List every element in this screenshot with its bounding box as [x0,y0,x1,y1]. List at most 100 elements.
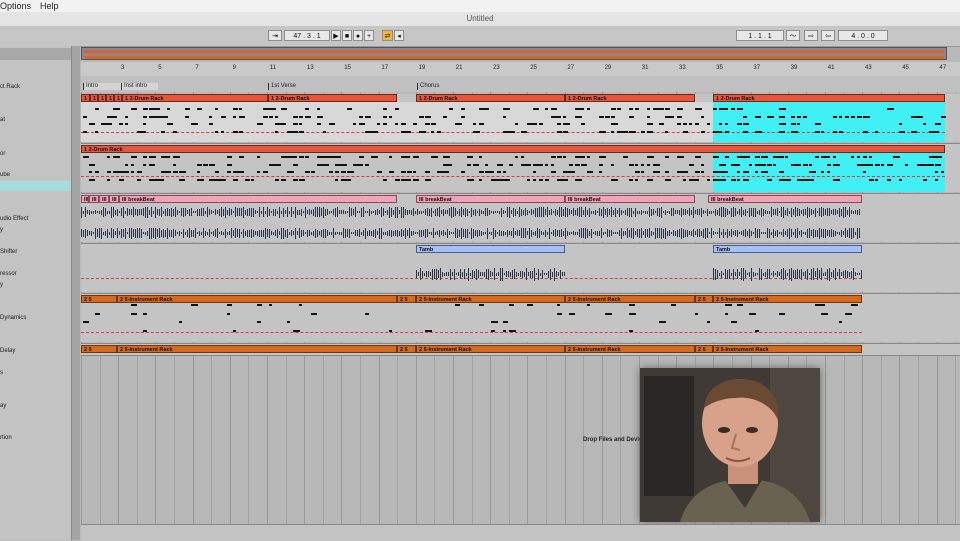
clip-drum-rack[interactable]: 1 2 [90,94,98,102]
clip-instrument-rack[interactable]: 2 5-Instrument Rack [416,295,565,303]
clip-drum-rack[interactable]: 1 2-Drum Rack [713,94,945,102]
menu-options[interactable]: Options [0,0,31,12]
midi-note [347,171,354,173]
waveform-bar [833,209,834,215]
clip-tamb[interactable]: Tamb [416,245,565,253]
add-button[interactable]: + [364,30,374,41]
arrangement-overview[interactable] [81,47,947,60]
waveform-bar [91,230,92,236]
loop-start-field[interactable]: 1 . 1 . 1 [736,30,784,41]
arrangement-view[interactable]: 1 2 1 2 1 2 1 2 1 2 1 2-Drum Rack 1 2-Dr… [81,92,960,540]
waveform-bar [335,231,336,235]
clip-instrument-rack[interactable]: 2 5-Instrument Rack [416,345,565,353]
browser-item[interactable]: Shifter [0,249,17,255]
clip-instrument-rack[interactable]: 2 5 [695,345,713,353]
browser-item[interactable]: at [0,117,5,123]
browser-item[interactable]: rtion [0,435,12,441]
clip-instrument-rack[interactable]: 2 5-Instrument Rack [565,345,695,353]
midi-note [809,171,816,173]
midi-note [785,156,788,158]
midi-note [863,156,867,158]
clip-instrument-rack[interactable]: 2 5 [397,295,416,303]
draw-mode-button[interactable]: 〜 [786,30,800,41]
browser-splitter[interactable] [72,46,80,540]
punch-in-button[interactable]: ⇨ [804,30,818,41]
locator-inst-intro[interactable]: Inst intro [121,83,147,90]
browser-item[interactable]: ct Rack [0,84,20,90]
browser-item[interactable]: ay [0,403,6,409]
browser-item[interactable]: ube [0,172,10,178]
waveform-bar [675,210,676,214]
clip-drum-rack[interactable]: 1 2 [98,94,106,102]
clip-instrument-rack[interactable]: 2 5-Instrument Rack [117,295,397,303]
play-button[interactable]: ▶ [331,30,341,41]
waveform-bar [161,207,162,217]
clip-instrument-rack[interactable]: 2 5 [397,345,416,353]
clip-drum-rack[interactable]: 1 2 [106,94,114,102]
clip-instrument-rack[interactable]: 2 5 [81,295,117,303]
browser-item[interactable]: y [0,227,3,233]
clip-drum-rack[interactable]: 1 2 [81,94,90,102]
clip-breakbeat[interactable]: III [89,195,99,203]
waveform-bar [95,210,96,214]
waveform-bar [315,228,316,238]
clip-instrument-rack[interactable]: 2 5-Instrument Rack [713,345,862,353]
browser-item[interactable]: Delay [0,348,15,354]
waveform-bar [589,230,590,236]
clip-instrument-rack[interactable]: 2 5-Instrument Rack [713,295,862,303]
browser-item[interactable]: s [0,370,3,376]
midi-note [557,123,561,125]
clip-instrument-rack[interactable]: 2 5-Instrument Rack [117,345,397,353]
follow-button[interactable]: ⇥ [268,30,282,41]
clip-breakbeat[interactable]: III breakBeat [565,195,695,203]
waveform-bar [161,229,162,237]
clip-drum-rack[interactable]: 1 2-Drum Rack [268,94,397,102]
menu-help[interactable]: Help [40,0,59,12]
browser-item[interactable]: Dynamics [0,315,26,321]
midi-note [113,108,120,110]
waveform-bar [751,230,752,236]
locator-1st-verse[interactable]: 1st Verse [268,83,296,90]
clip-drum-rack[interactable]: 1 2 [114,94,122,102]
locator-chorus[interactable]: Chorus [417,83,439,90]
stop-button[interactable]: ■ [342,30,352,41]
clip-breakbeat[interactable]: III [109,195,119,203]
clip-instrument-rack[interactable]: 2 5-Instrument Rack [565,295,695,303]
browser-item[interactable]: udio Effect [0,216,28,222]
clip-breakbeat[interactable]: III [99,195,109,203]
clip-breakbeat[interactable]: III breakBeat [416,195,565,203]
loop-toggle-button[interactable]: ⇄ [382,30,393,41]
browser-item[interactable]: or [0,151,5,157]
browser-item[interactable]: ressor [0,271,17,277]
clip-drum-rack[interactable]: 1 2-Drum Rack [565,94,695,102]
clip-tamb[interactable]: Tamb [713,245,862,253]
clip-drum-rack[interactable]: 1 2-Drum Rack [416,94,565,102]
browser-item-selected[interactable] [0,181,71,191]
song-position-field[interactable]: 47 . 3 . 1 [284,30,330,41]
beat-time-ruler[interactable]: 3 5 7 9 11 13 15 17 19 21 23 25 27 29 31 33 35 37 39 41 43 45… [81,62,960,77]
punch-button[interactable]: ◂ [394,30,404,41]
midi-note [359,163,363,166]
record-button[interactable]: ● [353,30,363,41]
waveform-bar [741,231,742,235]
clip-breakbeat[interactable]: III breakBeat [708,195,862,203]
midi-note [839,130,843,133]
midi-note [611,123,618,125]
clip-instrument-rack[interactable]: 2 5 [695,295,713,303]
midi-note [587,171,593,173]
clip-instrument-rack[interactable]: 2 5 [81,345,117,353]
loop-length-field[interactable]: 4 . 0 . 0 [838,30,888,41]
waveform-bar [269,208,270,216]
punch-out-button[interactable]: ⇦ [821,30,835,41]
waveform-bar [521,228,522,238]
clip-breakbeat[interactable]: III [81,195,89,203]
waveform-bar [508,271,509,277]
clip-drum-rack[interactable]: 1 2-Drum Rack [122,94,268,102]
waveform-bar [617,210,618,214]
browser-item[interactable]: y [0,282,3,288]
clip-breakbeat[interactable]: III breakBeat [119,195,397,203]
locator-lane[interactable]: Intro Inst intro 1st Verse Chorus [81,76,960,92]
midi-note [815,123,821,125]
clip-drum-rack[interactable]: 1 2-Drum Rack [81,145,945,153]
waveform-bar [855,210,856,214]
